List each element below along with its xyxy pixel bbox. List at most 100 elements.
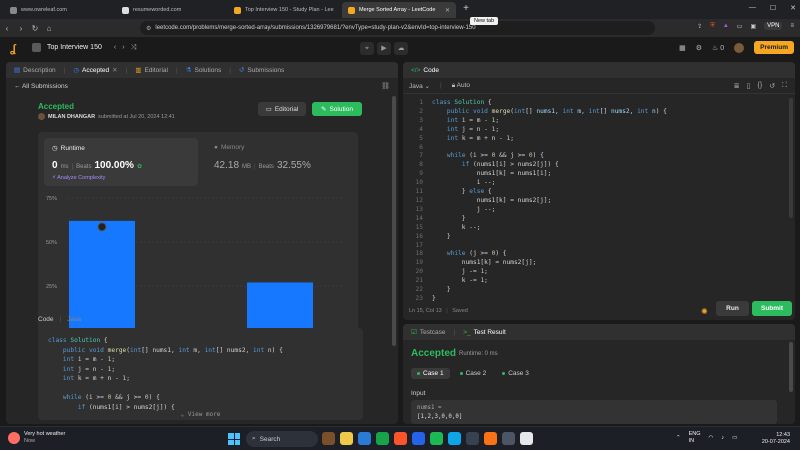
tab-code[interactable]: </> Code: [411, 67, 439, 74]
tab-label: Submissions: [247, 66, 285, 74]
reset-icon[interactable]: ↺: [769, 82, 775, 90]
xbox-icon[interactable]: [376, 432, 389, 445]
list-icon[interactable]: [32, 43, 41, 52]
vlc-icon[interactable]: [484, 432, 497, 445]
reload-icon[interactable]: ↻: [28, 24, 42, 33]
rewards-icon[interactable]: ▲: [723, 23, 729, 29]
home-icon[interactable]: ⌂: [42, 24, 56, 33]
all-submissions-link[interactable]: ← All Submissions: [14, 83, 68, 90]
start-button[interactable]: [228, 433, 240, 445]
sidebar-icon[interactable]: ▭: [737, 23, 743, 30]
bookmark-icon[interactable]: ▯: [747, 82, 751, 90]
premium-button[interactable]: Premium: [754, 41, 794, 54]
next-problem-icon[interactable]: ›: [122, 44, 124, 51]
tab-submissions[interactable]: ↺ Submissions: [239, 66, 285, 75]
tab-test-result[interactable]: >_ Test Result: [463, 329, 506, 336]
case-tab-1[interactable]: Case 1: [411, 368, 450, 379]
left-panel-scrollbar[interactable]: [392, 96, 396, 346]
settings-icon[interactable]: ⚙: [696, 44, 702, 52]
fullscreen-icon[interactable]: ⛶: [782, 82, 787, 90]
input-variable: nums1 =: [417, 405, 442, 411]
hint-bulb-icon[interactable]: ✺: [701, 307, 708, 316]
browser-tab-merge-sorted-array[interactable]: Merge Sorted Array - LeetCode ✕: [342, 2, 456, 18]
debug-icon[interactable]: ⌖: [360, 42, 374, 55]
brave-shield-icon[interactable]: ⛨: [710, 23, 715, 30]
app-icon[interactable]: [520, 432, 533, 445]
language-select[interactable]: Java ⌄: [409, 82, 430, 90]
forward-icon[interactable]: ›: [14, 24, 28, 33]
notes-icon[interactable]: ≣: [734, 82, 740, 90]
chat-app-icon[interactable]: [322, 432, 335, 445]
spotify-icon[interactable]: [430, 432, 443, 445]
tab-description[interactable]: ▤ Description: [14, 66, 56, 75]
author-name[interactable]: MILAN DHANGAR: [48, 114, 95, 120]
clock[interactable]: 12:43 20-07-2024: [762, 432, 790, 446]
brave-browser-icon[interactable]: [394, 432, 407, 445]
tab-accepted[interactable]: ◷ Accepted ✕: [73, 66, 117, 75]
analyze-label: Analyze Complexity: [57, 175, 106, 181]
share-icon[interactable]: ⇪: [697, 23, 702, 30]
tab-testcase[interactable]: ☑ Testcase: [411, 328, 445, 337]
run-button[interactable]: Run: [716, 301, 749, 316]
back-icon[interactable]: ‹: [0, 24, 14, 33]
streak-fire-icon[interactable]: ♨ 0: [712, 44, 724, 52]
edge-icon[interactable]: [448, 432, 461, 445]
tab-editorial[interactable]: ▥ Editorial: [135, 66, 168, 75]
maximize-icon[interactable]: ☐: [770, 4, 776, 12]
runtime-card[interactable]: ◷ Runtime 0 ms | Beats 100.00% ✿ ⚡ Analyz…: [44, 138, 198, 186]
weather-widget[interactable]: Very hot weather Now: [8, 431, 65, 445]
editorial-button[interactable]: ▭ Editorial: [258, 102, 306, 116]
braces-icon[interactable]: {}: [758, 82, 763, 90]
close-tab-icon[interactable]: ✕: [112, 66, 117, 74]
mode-select[interactable]: 🔒︎ Auto: [452, 82, 470, 90]
solution-button[interactable]: ✎ Solution: [312, 102, 362, 116]
browser-tab-overleaf[interactable]: www.owreleaf.com: [4, 2, 114, 18]
vpn-button[interactable]: VPN: [764, 22, 783, 30]
tab-label: Accepted: [82, 66, 110, 74]
chart-bar-0ms[interactable]: [69, 220, 135, 330]
menu-icon[interactable]: ≡: [790, 23, 794, 29]
tab-solutions[interactable]: ⚗ Solutions: [186, 66, 222, 75]
analyze-complexity-link[interactable]: ⚡ Analyze Complexity: [52, 175, 105, 181]
close-tab-icon[interactable]: ✕: [445, 7, 450, 14]
site-info-icon[interactable]: ⚙: [146, 25, 151, 32]
case-tab-3[interactable]: Case 3: [496, 368, 535, 379]
prev-problem-icon[interactable]: ‹: [114, 44, 116, 51]
volume-icon[interactable]: ♪: [721, 435, 724, 442]
run-code-icon[interactable]: ▶: [377, 42, 391, 55]
app-icon[interactable]: [466, 432, 479, 445]
wallet-icon[interactable]: ▣: [750, 23, 756, 30]
layout-icon[interactable]: ▦: [679, 44, 686, 52]
copy-link-icon[interactable]: ⛓: [381, 82, 390, 90]
submit-button[interactable]: Submit: [752, 301, 792, 316]
new-tab-button[interactable]: +: [460, 3, 472, 15]
app-icon[interactable]: [502, 432, 515, 445]
store-icon[interactable]: [358, 432, 371, 445]
file-explorer-icon[interactable]: [340, 432, 353, 445]
address-bar[interactable]: ⚙ leetcode.com/problems/merge-sorted-arr…: [140, 21, 655, 35]
minimize-icon[interactable]: —: [749, 4, 756, 12]
language-indicator[interactable]: ENG IN: [689, 431, 701, 445]
editor-code[interactable]: class Solution { public void merge(int[]…: [432, 99, 667, 304]
close-window-icon[interactable]: ✕: [790, 4, 796, 12]
line-number: 14: [415, 214, 423, 222]
editor-scrollbar[interactable]: [789, 98, 793, 218]
browser-tab-resumeworded[interactable]: resumeworded.com: [116, 2, 226, 18]
view-more-button[interactable]: ⌄ View more: [38, 411, 363, 418]
chart-bar-1ms[interactable]: [247, 282, 313, 330]
leetcode-logo-icon[interactable]: ʆ: [10, 43, 20, 55]
shuffle-icon[interactable]: ⤨: [131, 44, 137, 52]
taskbar-search[interactable]: ⌕ Search: [246, 431, 318, 447]
problem-list-title[interactable]: Top Interview 150: [47, 44, 102, 51]
code-editor[interactable]: 1 2 3 4 5 6 7 8 9 10 11 12 13 14 15 16 17 18 19 20 21 22 23 cl…: [403, 95, 795, 302]
tray-chevron-icon[interactable]: ⌃: [676, 435, 681, 442]
user-avatar[interactable]: [734, 42, 745, 53]
submit-cloud-icon[interactable]: ☁: [394, 42, 408, 55]
test-panel-scrollbar[interactable]: [789, 342, 793, 392]
case-tab-2[interactable]: Case 2: [454, 368, 493, 379]
battery-icon[interactable]: ▭: [732, 435, 737, 442]
wifi-icon[interactable]: ◠: [709, 435, 714, 442]
vscode-icon[interactable]: [412, 432, 425, 445]
memory-card[interactable]: ● Memory 42.18 MB | Beats 32.55%: [206, 138, 352, 186]
browser-tab-study-plan[interactable]: Top Interview 150 - Study Plan - Lee: [228, 2, 338, 18]
